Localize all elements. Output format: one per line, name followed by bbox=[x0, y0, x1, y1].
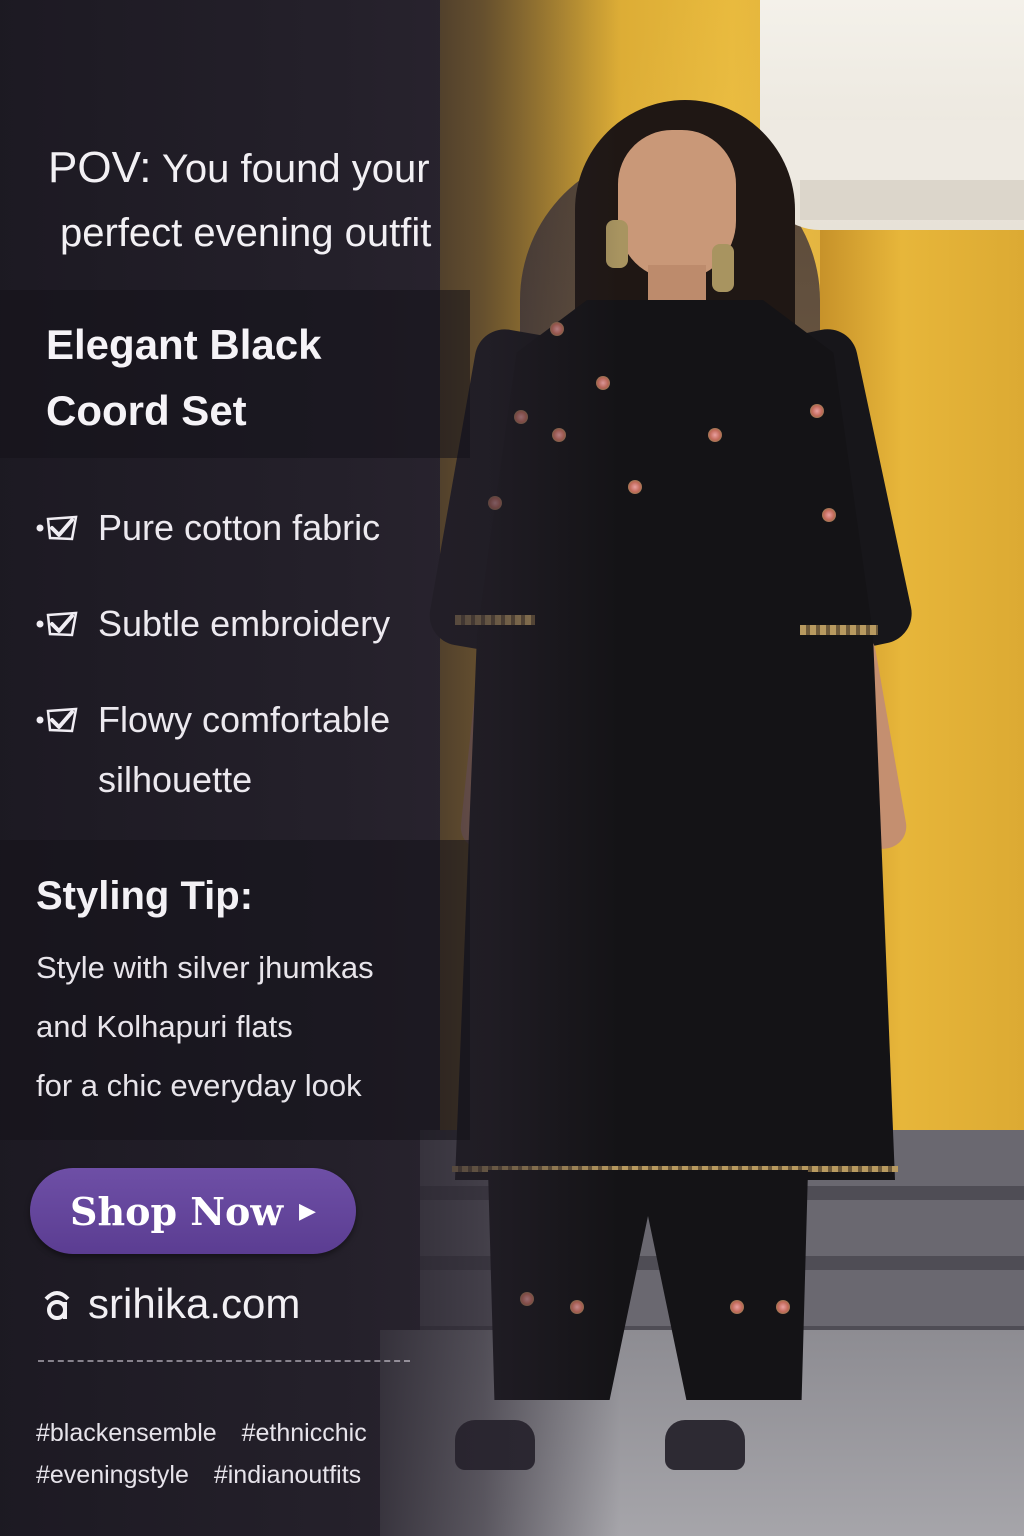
hashtag-row: #eveningstyle #indianoutfits bbox=[36, 1454, 379, 1496]
shop-now-label: Shop Now bbox=[70, 1188, 284, 1234]
feature-item: Subtle embroidery bbox=[36, 594, 466, 654]
feature-item: Pure cotton fabric bbox=[36, 498, 466, 558]
hashtag[interactable]: #eveningstyle bbox=[36, 1461, 189, 1489]
check-icon bbox=[36, 594, 82, 654]
pov-line-1: You found your bbox=[161, 147, 430, 191]
embroidery-motif bbox=[628, 480, 642, 494]
headline: POV: You found your perfect evening outf… bbox=[48, 136, 518, 265]
hashtag-row: #blackensemble #ethnicchic bbox=[36, 1412, 385, 1454]
check-icon bbox=[36, 690, 82, 750]
feature-text: Flowy comfortable silhouette bbox=[98, 690, 390, 810]
feature-item: Flowy comfortable silhouette bbox=[36, 690, 466, 810]
styling-tip-line: and Kolhapuri flats bbox=[36, 1009, 293, 1044]
chevron-right-icon: ▶ bbox=[299, 1198, 316, 1224]
website-link[interactable]: srihika.com bbox=[42, 1276, 300, 1332]
arch-ledge-lower bbox=[800, 180, 1024, 220]
pov-prefix: POV: bbox=[48, 143, 152, 192]
feature-text-line-1: Flowy comfortable bbox=[98, 699, 391, 740]
feature-text: Pure cotton fabric bbox=[98, 507, 381, 548]
embroidery-motif bbox=[822, 508, 836, 522]
product-title-line-1: Elegant Black bbox=[46, 321, 322, 368]
styling-tip-line: Style with silver jhumkas bbox=[36, 950, 374, 985]
styling-tip-title: Styling Tip: bbox=[36, 874, 254, 918]
styling-tip-line: for a chic everyday look bbox=[36, 1068, 362, 1103]
globe-icon bbox=[42, 1276, 78, 1332]
pov-line-2: perfect evening outfit bbox=[60, 211, 432, 255]
shop-now-button[interactable]: Shop Now ▶ bbox=[30, 1168, 356, 1254]
promo-card: POV: You found your perfect evening outf… bbox=[0, 0, 1024, 1536]
embroidery-motif bbox=[810, 404, 824, 418]
sandal-right bbox=[665, 1420, 745, 1470]
feature-text: Subtle embroidery bbox=[98, 603, 391, 644]
sleeve-trim-right bbox=[800, 625, 878, 635]
hashtag[interactable]: #blackensemble bbox=[36, 1419, 217, 1447]
hashtag[interactable]: #indianoutfits bbox=[214, 1461, 361, 1489]
product-title-line-2: Coord Set bbox=[46, 387, 247, 434]
feature-text-line-2: silhouette bbox=[98, 759, 253, 800]
embroidery-motif bbox=[776, 1300, 790, 1314]
check-icon bbox=[36, 498, 82, 558]
hashtag[interactable]: #ethnicchic bbox=[242, 1419, 367, 1447]
arch-ledge bbox=[770, 120, 1024, 180]
embroidery-motif bbox=[730, 1300, 744, 1314]
earring-right bbox=[712, 244, 734, 292]
product-title: Elegant Black Coord Set bbox=[46, 312, 426, 444]
website-url: srihika.com bbox=[88, 1280, 301, 1327]
dashed-divider bbox=[38, 1360, 410, 1362]
embroidery-motif bbox=[708, 428, 722, 442]
